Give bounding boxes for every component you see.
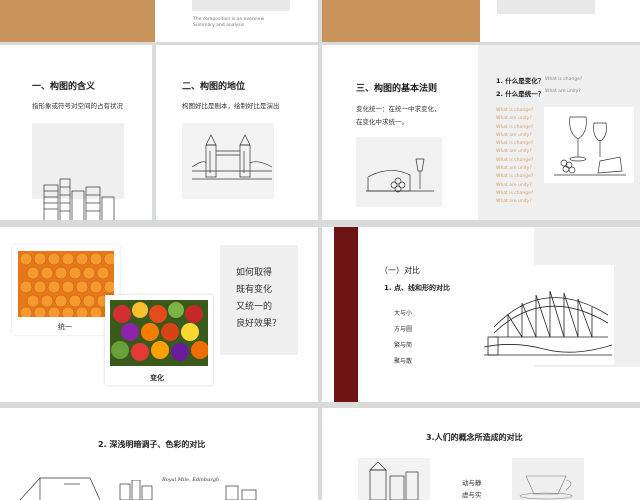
teacup-sketch (519, 475, 573, 500)
slide-composition-rules[interactable]: 三、构图的基本法则 变化统一：在统一中求变化， 在变化中求统一。 (322, 45, 478, 220)
question-line-2: 既有变化 (236, 285, 273, 295)
list-item: What is change? (496, 157, 534, 163)
overview-line-2: Summary and analysis (193, 23, 245, 28)
slide-composition-meaning[interactable]: 一、构图的含义 指形象或符号对空间的占有状况 (0, 45, 152, 220)
slide3-title: 三、构图的基本法则 (356, 84, 438, 94)
slide1-body: 指形象或符号对空间的占有状况 (32, 102, 123, 110)
wine-glass-sketch (554, 116, 626, 176)
tower-bridge-sketch (192, 134, 272, 180)
question-line-1: 如何取得 (236, 268, 273, 278)
building-sketch (225, 485, 257, 500)
question-1: 1. 什么是变化？ (496, 77, 545, 85)
question-line-4: 良好效果？ (236, 319, 282, 329)
contrast-subheading: 1. 点、线和形的对比 (384, 284, 450, 292)
interior-sketch (20, 477, 100, 500)
slide-contrast[interactable]: （一）对比 1. 点、线和形的对比 大与小 方与圆 繁与简 聚与散 (322, 227, 640, 402)
list-item: What is change? (496, 124, 534, 130)
slide8-title: 3.人们的概念所造成的对比 (426, 433, 523, 442)
overview-line-1: The composition is an overview (193, 17, 265, 22)
slide-questions[interactable]: 1. 什么是变化？ What is change? 2. 什么是统一？ What… (478, 45, 640, 220)
pair-virtual-real: 虚与实 (462, 491, 482, 499)
contrast-item-2: 方与圆 (394, 326, 413, 333)
slide3-body-line2: 在变化中求统一。 (356, 118, 408, 126)
list-item: What are unity? (496, 182, 532, 188)
question-1-en: What is change? (545, 77, 583, 82)
slide-composition-status[interactable]: 二、构图的地位 构图好比是剧本，绘制好比是演出 (156, 45, 318, 220)
list-item: What is change? (496, 174, 534, 180)
mixed-fruits-photo (110, 300, 208, 366)
change-unity-list: What is change? What are unity? What is … (496, 107, 533, 207)
top-right-slide[interactable] (322, 0, 640, 42)
list-item: What are unity? (496, 199, 532, 205)
slide-variety-unity[interactable]: 统一 变化 如何取得 既有变化 又统一的 良好效果？ (0, 227, 318, 402)
red-accent-bar (334, 227, 358, 402)
slide1-title: 一、构图的含义 (32, 82, 96, 92)
royal-mile-sign: Royal Mile, Edinburgh (162, 477, 220, 483)
top-right-gray-box (497, 0, 595, 14)
oranges-photo (18, 251, 114, 317)
pair-motion-stillness: 动与静 (462, 479, 482, 487)
list-item: What are unity? (496, 166, 532, 172)
question-line-3: 又统一的 (236, 302, 273, 312)
caption-unity: 统一 (58, 323, 72, 331)
street-sketch (119, 480, 153, 500)
top-left-gray-box (192, 0, 290, 11)
slide2-title: 二、构图的地位 (182, 82, 246, 92)
contrast-item-4: 聚与散 (394, 358, 413, 365)
city-buildings-sketch (43, 178, 115, 220)
question-2-en: What are unity? (545, 89, 581, 94)
list-item: What is change? (496, 141, 534, 147)
list-item: What is change? (496, 190, 534, 196)
slide-concept-contrast[interactable]: 3.人们的概念所造成的对比 动与静 虚与实 (322, 408, 640, 500)
slide2-body: 构图好比是剧本，绘制好比是演出 (182, 102, 280, 110)
question-2: 2. 什么是统一？ (496, 90, 545, 98)
list-item: What are unity? (496, 149, 532, 155)
contrast-heading: （一）对比 (380, 266, 420, 275)
contrast-item-1: 大与小 (394, 310, 413, 317)
market-sketch (369, 462, 419, 500)
slide3-body-line1: 变化统一：在统一中求变化， (356, 105, 441, 113)
contrast-item-3: 繁与简 (394, 342, 413, 349)
list-item: What are unity? (496, 132, 532, 138)
slide-tone-color-contrast[interactable]: 2. 深浅明暗调子、色彩的对比 Royal Mile, Edinburgh (0, 408, 318, 500)
grapes-still-life-sketch (366, 158, 434, 193)
slide7-title: 2. 深浅明暗调子、色彩的对比 (98, 440, 206, 449)
top-left-slide[interactable]: The composition is an overview Summary a… (0, 0, 318, 42)
list-item: What are unity? (496, 116, 532, 122)
caption-change: 变化 (150, 374, 164, 382)
list-item: What is change? (496, 108, 534, 113)
arch-bridge-sketch (484, 290, 612, 356)
